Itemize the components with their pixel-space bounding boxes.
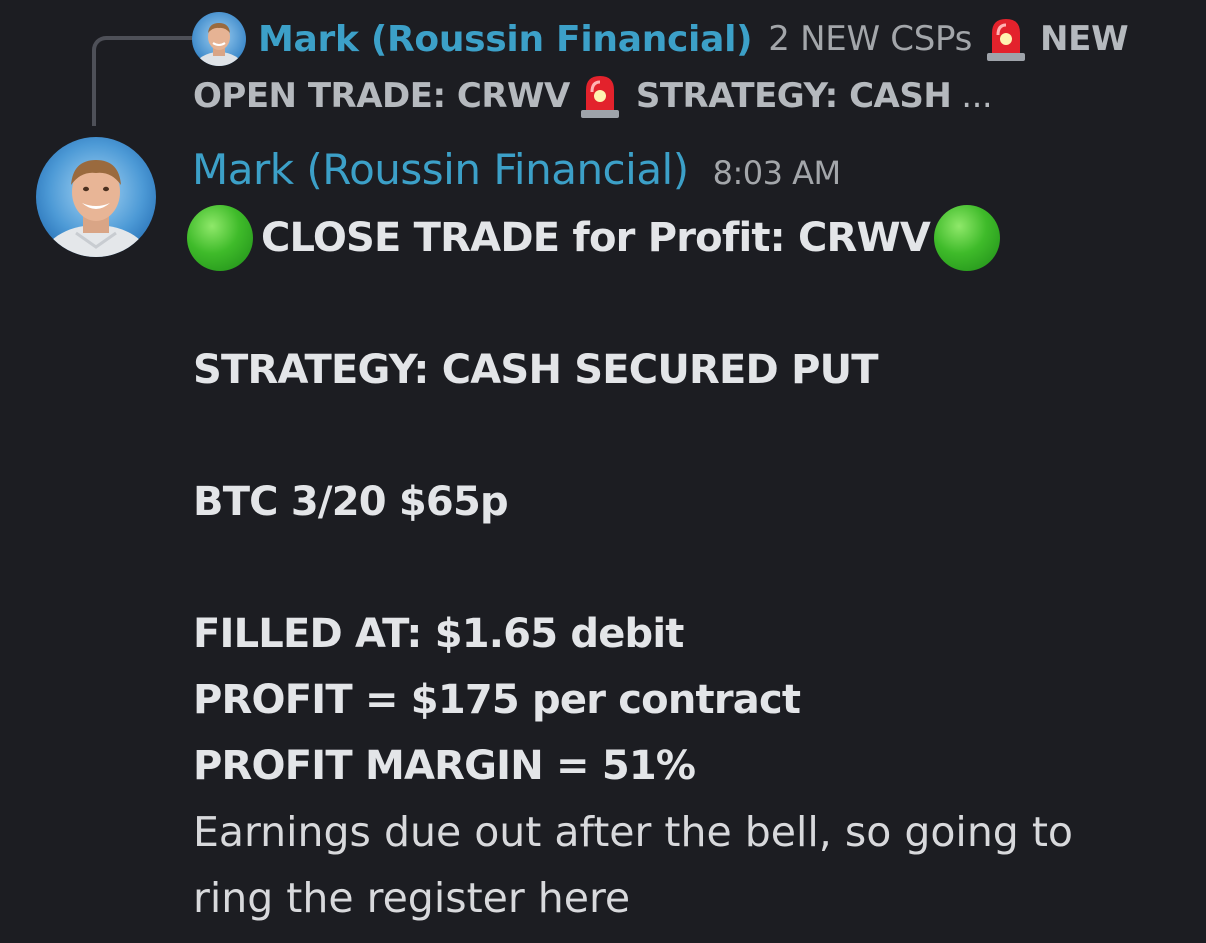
filled-line: FILLED AT: $1.65 debit (193, 611, 684, 657)
reply-avatar[interactable] (192, 12, 246, 66)
note-line-2: ring the register here (193, 874, 631, 922)
reply-snippet-strategy: STRATEGY: CASH (635, 76, 952, 116)
siren-icon (984, 15, 1028, 63)
reply-snippet-line2[interactable]: OPEN TRADE: CRWV STRATEGY: CASH ... (193, 70, 1193, 122)
green-circle-icon (187, 205, 253, 271)
author-name[interactable]: Mark (Roussin Financial) (192, 145, 689, 194)
margin-line: PROFIT MARGIN = 51% (193, 743, 696, 789)
note-line-1: Earnings due out after the bell, so goin… (193, 808, 1074, 856)
reply-preview[interactable]: Mark (Roussin Financial) 2 NEW CSPs NEW (192, 10, 1192, 68)
reply-connector-line (92, 36, 192, 126)
strategy-line: STRATEGY: CASH SECURED PUT (193, 347, 879, 393)
message-title-line: CLOSE TRADE for Profit: CRWV (187, 205, 1193, 271)
reply-snippet-new: NEW (1040, 19, 1129, 59)
message-title: CLOSE TRADE for Profit: CRWV (261, 215, 931, 261)
reply-snippet-text: 2 NEW CSPs (768, 19, 973, 59)
profit-line: PROFIT = $175 per contract (193, 677, 801, 723)
reply-snippet-open-trade: OPEN TRADE: CRWV (193, 76, 570, 116)
reply-author-name[interactable]: Mark (Roussin Financial) (258, 19, 753, 60)
author-avatar[interactable] (36, 137, 156, 257)
message-content: CLOSE TRADE for Profit: CRWV STRATEGY: C… (187, 205, 1193, 931)
order-line: BTC 3/20 $65p (193, 479, 509, 525)
siren-icon (578, 72, 622, 120)
message-timestamp[interactable]: 8:03 AM (713, 154, 842, 192)
green-circle-icon (934, 205, 1001, 271)
message-header: Mark (Roussin Financial) 8:03 AM (192, 145, 841, 194)
reply-ellipsis: ... (961, 76, 993, 116)
